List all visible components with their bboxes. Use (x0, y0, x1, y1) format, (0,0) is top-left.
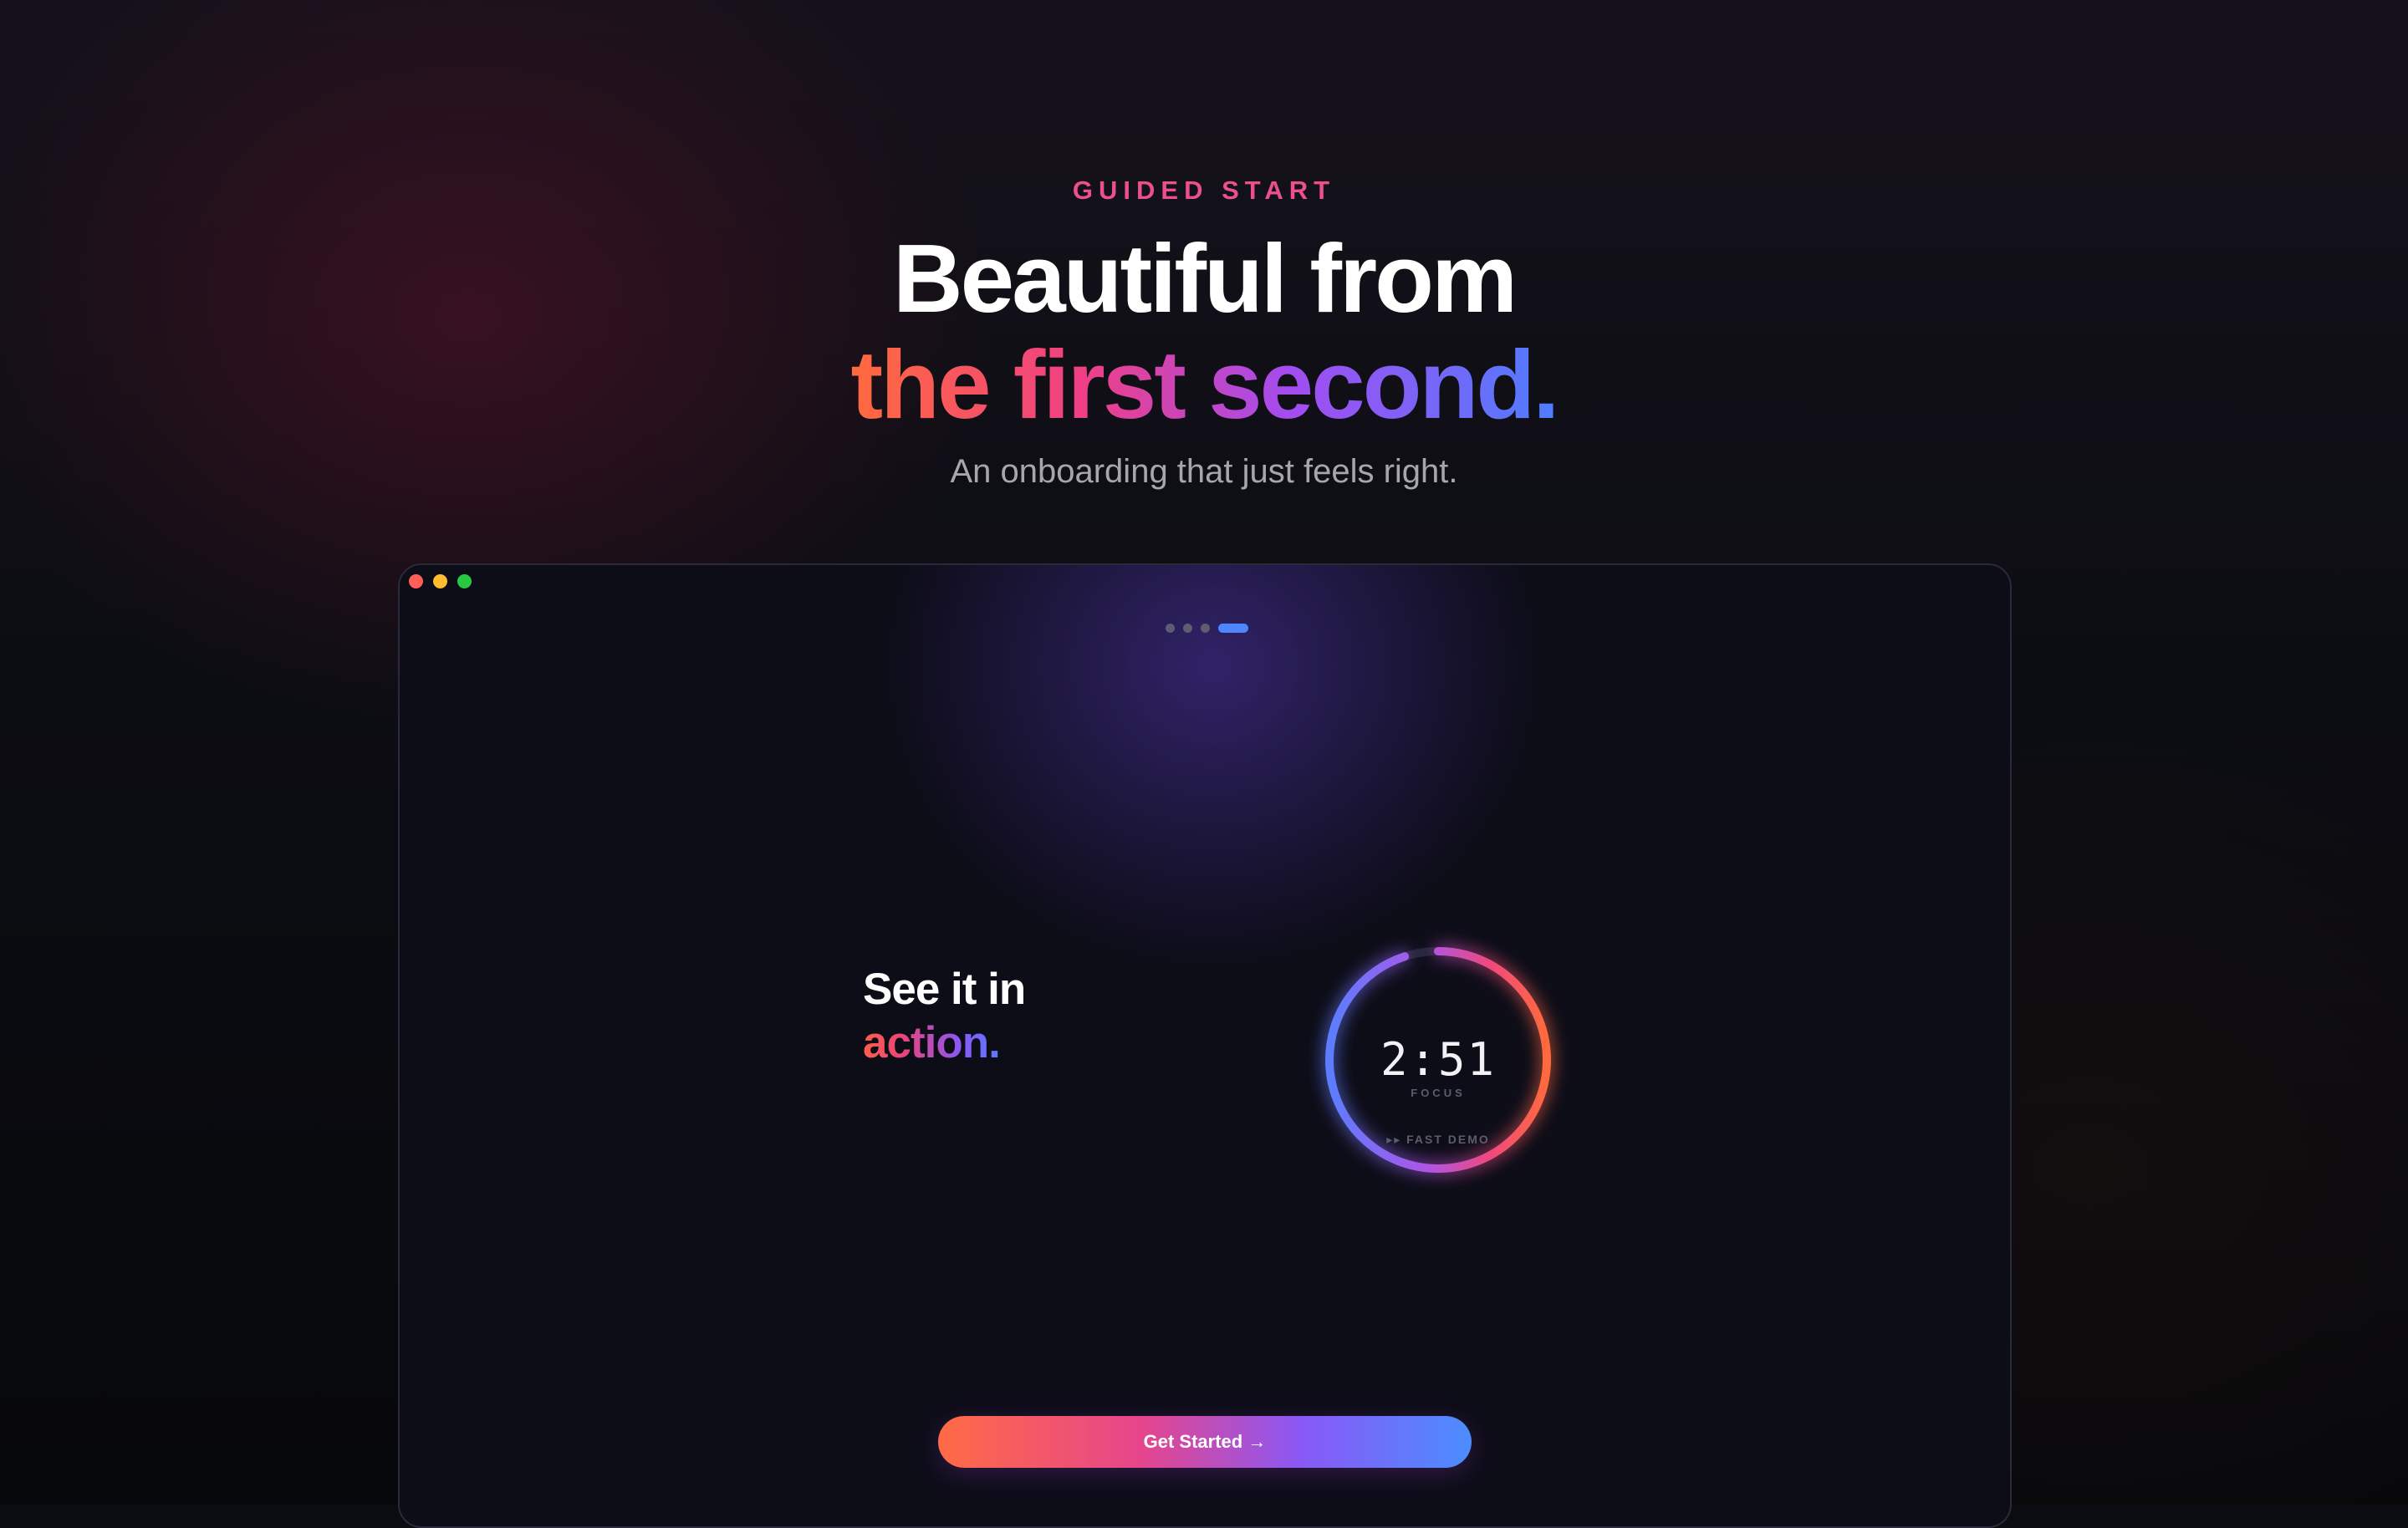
minimize-window-button[interactable] (433, 574, 447, 588)
timer-label: FOCUS (1271, 1087, 1605, 1099)
close-window-button[interactable] (409, 574, 423, 588)
maximize-window-button[interactable] (457, 574, 472, 588)
page-dot-1[interactable] (1166, 624, 1175, 633)
feature-title-line-2: action. (863, 1016, 1000, 1070)
timer-time: 2:51 (1271, 1033, 1605, 1086)
headline-gradient-text: the first second. (851, 330, 1558, 439)
feature-title-line-1: See it in (863, 963, 1025, 1016)
page-indicator (1166, 624, 1248, 633)
feature-title: See it in action. (863, 963, 1025, 1070)
headline-line-1: Beautiful from (0, 224, 2408, 333)
page-dot-4-active[interactable] (1218, 624, 1248, 633)
eyebrow-label: GUIDED START (0, 176, 2408, 206)
get-started-button[interactable]: Get Started → (938, 1416, 1472, 1468)
hero-subtitle: An onboarding that just feels right. (0, 453, 2408, 491)
page-dot-2[interactable] (1183, 624, 1192, 633)
focus-timer: 2:51 FOCUS (1271, 893, 1605, 1227)
headline-line-2: the first second. (0, 330, 2408, 469)
page-dot-3[interactable] (1201, 624, 1210, 633)
fast-demo-button[interactable]: ▸▸ FAST DEMO (1271, 1133, 1605, 1147)
window-traffic-lights (409, 574, 472, 588)
app-window-preview: See it in action. 2:51 FOCUS ▸▸ FAST (398, 563, 2012, 1528)
